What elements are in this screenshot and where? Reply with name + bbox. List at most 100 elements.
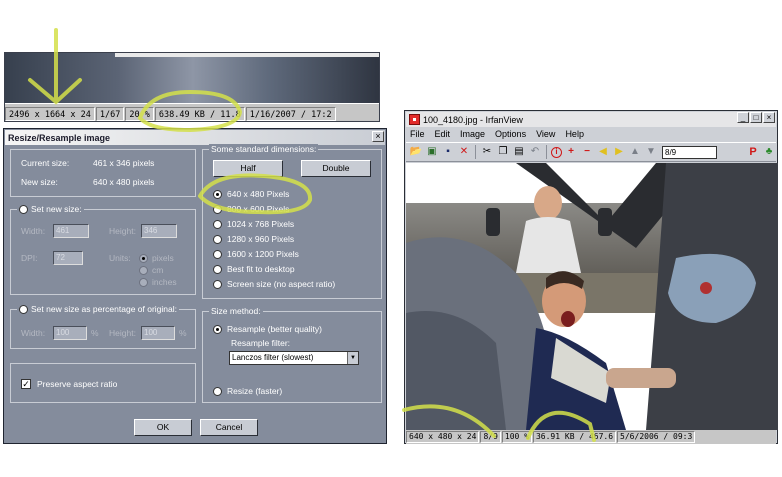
status-zoom: 20 %	[125, 106, 154, 121]
resize-radio[interactable]	[213, 387, 222, 396]
menu-image[interactable]: Image	[460, 129, 485, 139]
percentage-legend: Set new size as percentage of original:	[17, 304, 180, 314]
resample-filter-value: Lanczos filter (slowest)	[232, 353, 314, 362]
ok-button[interactable]: OK	[134, 419, 192, 436]
delete-icon[interactable]: ✕	[457, 145, 471, 159]
set-new-size-group: Set new size: Width: 461 Height: 346 DPI…	[10, 204, 196, 295]
open-folder-icon[interactable]: 📂	[409, 145, 423, 159]
dialog-title: Resize/Resample image	[8, 132, 111, 143]
menu-help[interactable]: Help	[565, 129, 584, 139]
unit-inches-label: inches	[152, 277, 177, 287]
resample-radio[interactable]	[213, 325, 222, 334]
close-button[interactable]: ×	[763, 112, 775, 123]
save-icon[interactable]: ▪	[441, 145, 455, 159]
dim-1024-radio[interactable]	[213, 220, 222, 229]
double-button[interactable]: Double	[301, 160, 371, 177]
fragment-edge	[115, 53, 379, 57]
undo-icon[interactable]: ↶	[528, 145, 542, 159]
resize-label: Resize (faster)	[227, 386, 283, 396]
photo-illustration	[406, 163, 778, 430]
status-bar: 640 x 480 x 24 8/9 100 % 36.91 KB / 467.…	[406, 430, 776, 444]
pct-height-label: Height:	[109, 328, 136, 338]
height-field[interactable]: 346	[141, 224, 177, 238]
pct-width-unit: %	[91, 328, 99, 338]
cut-icon[interactable]: ✂	[480, 145, 494, 159]
toolbar-separator	[546, 145, 547, 159]
dim-bestfit-radio[interactable]	[213, 265, 222, 274]
half-button[interactable]: Half	[213, 160, 283, 177]
dim-screen-label: Screen size (no aspect ratio)	[227, 279, 336, 289]
minimize-button[interactable]: _	[737, 112, 749, 123]
about-icon[interactable]: ♣	[762, 145, 776, 159]
size-method-group: Size method: Resample (better quality) R…	[202, 306, 382, 403]
pct-height-unit: %	[179, 328, 187, 338]
copy-icon[interactable]: ❐	[496, 145, 510, 159]
menu-edit[interactable]: Edit	[435, 129, 451, 139]
print-icon[interactable]: P	[746, 145, 760, 159]
cancel-button[interactable]: Cancel	[200, 419, 258, 436]
set-new-size-legend: Set new size:	[17, 204, 84, 214]
slideshow-icon[interactable]: ▣	[425, 145, 439, 159]
width-label: Width:	[21, 226, 46, 236]
dim-1280-label: 1280 x 960 Pixels	[227, 234, 295, 244]
menu-file[interactable]: File	[410, 129, 425, 139]
percentage-label: Set new size as percentage of original:	[31, 304, 178, 314]
irfanview-app-icon	[409, 114, 420, 125]
page-field[interactable]: 8/9	[662, 145, 717, 159]
preserve-aspect-label: Preserve aspect ratio	[37, 379, 118, 389]
unit-cm-label: cm	[152, 265, 164, 275]
unit-pixels-radio[interactable]	[139, 254, 148, 263]
next-icon[interactable]: ▶	[612, 145, 626, 159]
cropped-viewer-fragment: 2496 x 1664 x 24 1/67 20 % 638.49 KB / 1…	[4, 52, 380, 122]
percentage-radio[interactable]	[19, 304, 28, 314]
dim-1600-radio[interactable]	[213, 250, 222, 259]
window-titlebar[interactable]: 100_4180.jpg - IrfanView	[406, 112, 776, 127]
paste-icon[interactable]: ▤	[512, 145, 526, 159]
photo-fragment	[5, 53, 379, 103]
irfanview-window: 100_4180.jpg - IrfanView _ □ × File Edit…	[404, 110, 778, 444]
dim-1280-radio[interactable]	[213, 235, 222, 244]
image-canvas[interactable]	[406, 163, 778, 430]
percentage-group: Set new size as percentage of original: …	[10, 304, 196, 349]
toolbar-separator	[475, 145, 476, 159]
previous-icon[interactable]: ◀	[596, 145, 610, 159]
unit-cm-radio[interactable]	[139, 266, 148, 275]
set-new-size-radio[interactable]	[19, 204, 28, 214]
first-icon[interactable]: ▲	[628, 145, 642, 159]
width-field[interactable]: 461	[53, 224, 89, 238]
dpi-field[interactable]: 72	[53, 251, 83, 265]
dim-800-radio[interactable]	[213, 205, 222, 214]
units-label: Units:	[109, 253, 131, 263]
zoom-out-icon[interactable]: −	[580, 145, 594, 159]
status-filesize: 36.91 KB / 467.6	[532, 431, 617, 443]
resample-filter-select[interactable]: Lanczos filter (slowest) ▼	[229, 351, 359, 365]
preserve-aspect-checkbox[interactable]: ✓	[21, 379, 31, 389]
new-size-value: 640 x 480 pixels	[93, 177, 155, 187]
status-page: 8/9	[480, 431, 501, 443]
close-button[interactable]: ×	[372, 131, 384, 142]
status-dimensions: 640 x 480 x 24	[406, 431, 480, 443]
dialog-titlebar[interactable]: Resize/Resample image	[5, 130, 385, 145]
chevron-down-icon[interactable]: ▼	[347, 352, 358, 364]
dim-640-radio[interactable]	[213, 190, 222, 199]
status-zoom: 100 %	[501, 431, 532, 443]
window-title: 100_4180.jpg - IrfanView	[423, 114, 523, 125]
pct-height-field[interactable]: 100	[141, 326, 175, 340]
pct-width-field[interactable]: 100	[53, 326, 87, 340]
maximize-button[interactable]: □	[750, 112, 762, 123]
menu-options[interactable]: Options	[495, 129, 526, 139]
current-size-label: Current size:	[21, 158, 70, 168]
info-icon[interactable]: i	[551, 146, 562, 158]
status-date: 1/16/2007 / 17:2	[245, 106, 336, 121]
last-icon[interactable]: ▼	[644, 145, 658, 159]
unit-inches-radio[interactable]	[139, 278, 148, 287]
status-filesize: 638.49 KB / 11.8	[154, 106, 245, 121]
toolbar: 📂 ▣ ▪ ✕ ✂ ❐ ▤ ↶ i + − ◀ ▶ ▲ ▼ 8/9 P ♣	[406, 142, 776, 162]
dim-screen-radio[interactable]	[213, 280, 222, 289]
dim-1024-label: 1024 x 768 Pixels	[227, 219, 295, 229]
window-controls: _ □ ×	[737, 112, 775, 123]
size-method-legend: Size method:	[209, 306, 263, 316]
menu-view[interactable]: View	[536, 129, 555, 139]
zoom-in-icon[interactable]: +	[564, 145, 578, 159]
standard-dimensions-group: Some standard dimensions: Half Double 64…	[202, 144, 382, 299]
